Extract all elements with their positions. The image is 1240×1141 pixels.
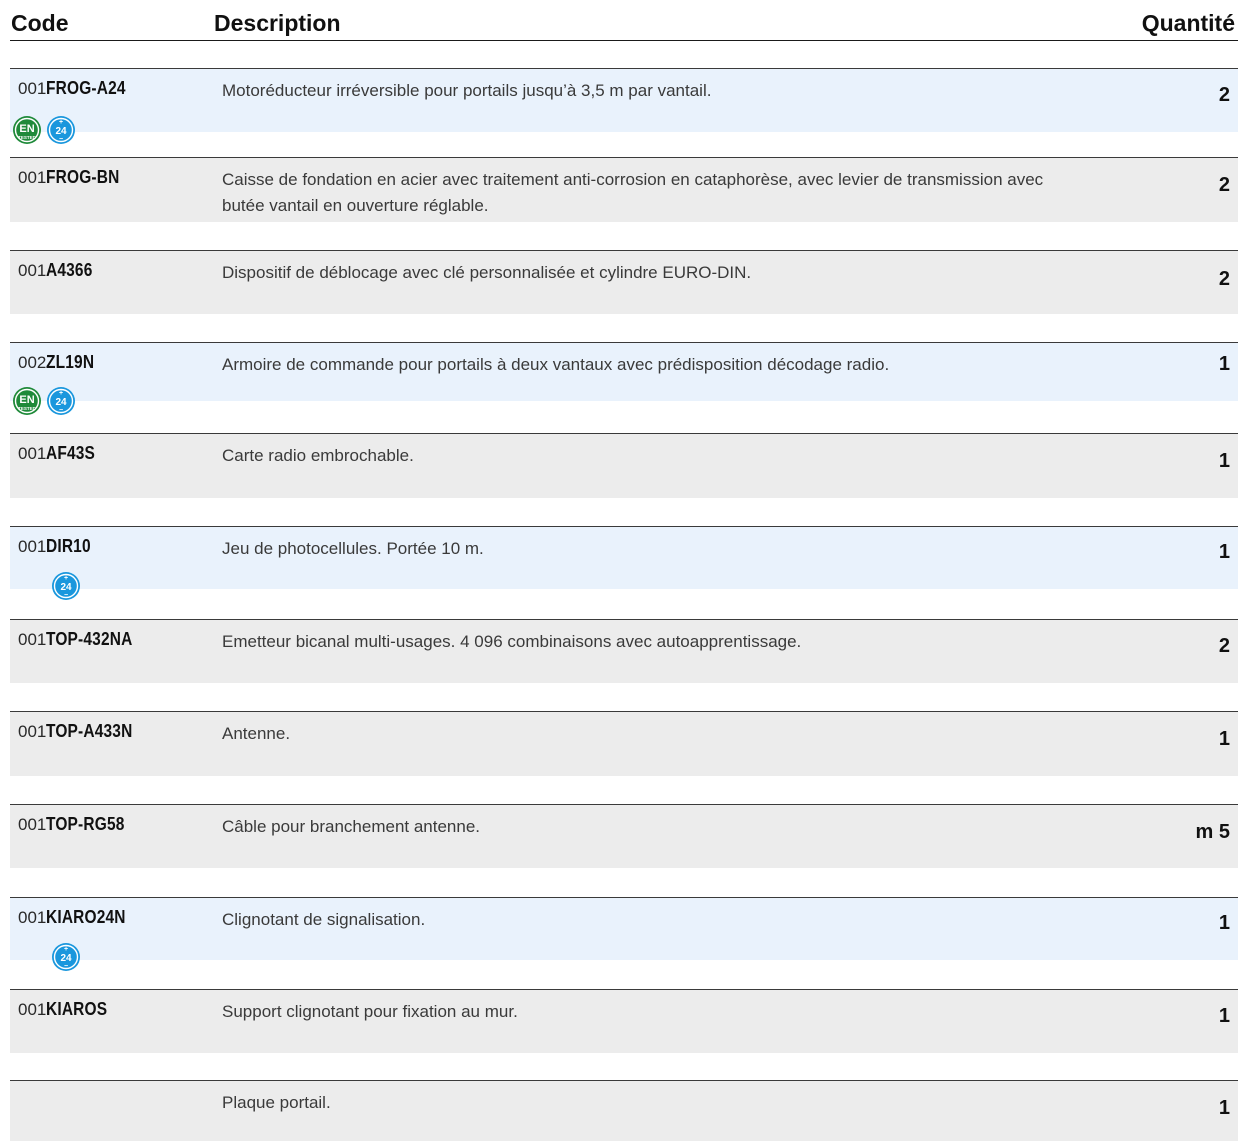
product-quantity: 1 [1218,541,1230,563]
product-description: Dispositif de déblocage avec clé personn… [222,263,752,282]
table-row: 001AF43S Carte radio embrochable. 1 [10,433,1238,498]
table-row: 001TOP-RG58 Câble pour branchement anten… [10,804,1238,868]
product-quantity: 2 [1218,174,1230,196]
table-row: Plaque portail. 1 [10,1080,1238,1141]
product-description: Clignotant de signalisation. [222,910,426,929]
product-quantity: 2 [1218,635,1230,657]
product-code: 001A4366 [18,260,93,280]
header-quantity: Quantité [1141,10,1235,36]
product-description: Plaque portail. [222,1093,331,1112]
product-quantity: 2 [1218,84,1230,106]
header-code: Code [11,10,69,36]
table-row: 001DIR10 Jeu de photocellules. Portée 10… [10,526,1238,600]
table-row: 001KIAROS Support clignotant pour fixati… [10,989,1238,1053]
table-header: Code Description Quantité [10,0,1238,41]
table-row: 001FROG-BN Caisse de fondation en acier … [10,157,1238,222]
product-code: 001FROG-BN [18,167,120,187]
en-tested-icon: EN TESTED [12,115,42,145]
product-code: 001TOP-432NA [18,629,133,649]
product-description: Câble pour branchement antenne. [222,817,481,836]
svg-text:TESTED: TESTED [18,406,37,411]
product-description: Antenne. [222,724,291,743]
24v-icon: + 24 − [51,571,81,601]
table-row: 001FROG-A24 Motoréducteur irréversible p… [10,68,1238,144]
product-quantity: 1 [1218,1005,1230,1027]
svg-text:TESTED: TESTED [18,135,37,140]
product-code: 001AF43S [18,443,96,463]
table-row: 001KIARO24N Clignotant de signalisation.… [10,897,1238,971]
header-description: Description [214,10,341,36]
svg-text:EN: EN [19,394,34,406]
product-quantity: m 5 [1195,821,1230,843]
svg-text:−: − [64,963,68,970]
product-description: Emetteur bicanal multi-usages. 4 096 com… [222,632,802,651]
table-row: 001A4366 Dispositif de déblocage avec cl… [10,250,1238,314]
product-quantity: 1 [1218,353,1230,375]
en-tested-icon: EN TESTED [12,386,42,416]
product-description: Carte radio embrochable. [222,446,414,465]
svg-text:EN: EN [19,123,34,135]
svg-text:+: + [59,390,63,397]
24v-icon: + 24 − [51,942,81,972]
product-description: Jeu de photocellules. Portée 10 m. [222,539,484,558]
svg-text:+: + [64,575,68,582]
svg-text:+: + [64,946,68,953]
product-description: Support clignotant pour fixation au mur. [222,1002,518,1021]
table-row: 001TOP-A433N Antenne. 1 [10,711,1238,776]
product-quantity: 2 [1218,268,1230,290]
product-code: 001TOP-RG58 [18,814,125,834]
svg-text:−: − [59,407,63,414]
product-description: Armoire de commande pour portails à deux… [222,355,890,374]
product-code: 001KIARO24N [18,907,127,927]
svg-text:−: − [59,136,63,143]
table-row: 002ZL19N Armoire de commande pour portai… [10,342,1238,415]
product-description: Caisse de fondation en acier avec traite… [222,170,1044,215]
product-quantity: 1 [1218,1097,1230,1119]
svg-text:+: + [59,119,63,126]
product-code: 002ZL19N [18,352,95,372]
svg-text:−: − [64,592,68,599]
product-code: 001DIR10 [18,536,92,556]
24v-icon: + 24 − [46,386,76,416]
product-code: 001KIAROS [18,999,108,1019]
product-code: 001TOP-A433N [18,721,133,741]
24v-icon: + 24 − [46,115,76,145]
table-row: 001TOP-432NA Emetteur bicanal multi-usag… [10,619,1238,683]
product-description: Motoréducteur irréversible pour portails… [222,81,712,100]
product-quantity: 1 [1218,450,1230,472]
product-code: 001FROG-A24 [18,78,127,98]
product-quantity: 1 [1218,728,1230,750]
product-quantity: 1 [1218,912,1230,934]
